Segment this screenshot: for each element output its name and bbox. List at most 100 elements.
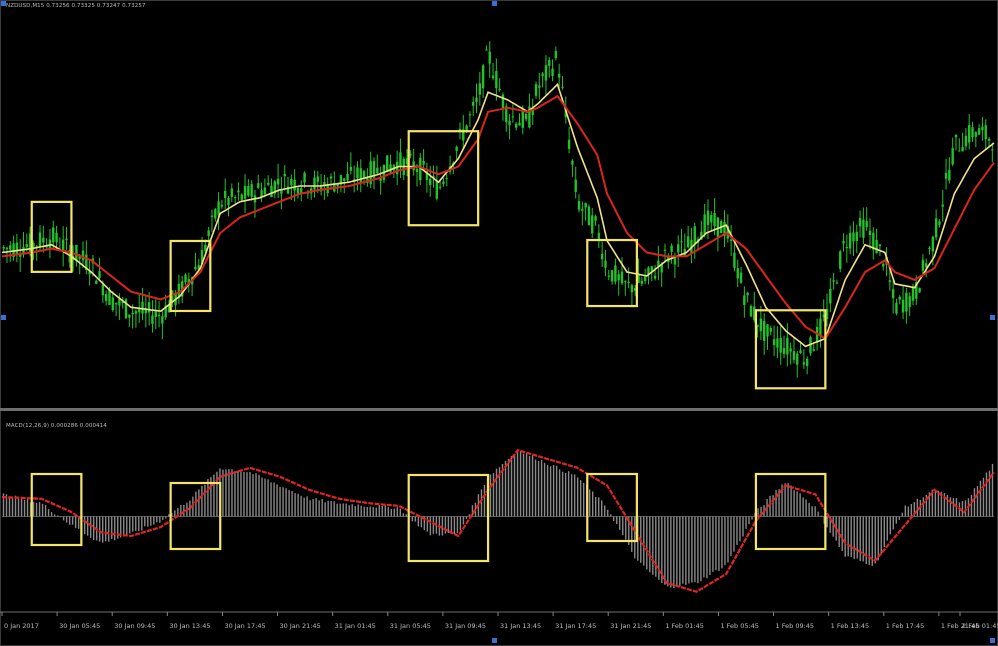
price-candle bbox=[296, 188, 300, 194]
price-candle bbox=[343, 178, 346, 181]
price-candle bbox=[739, 272, 743, 283]
price-candle bbox=[376, 167, 379, 174]
chart-window: 0 Jan 2017 30 Jan 05:45 30 Jan 09:45 30 Jan… bbox=[0, 0, 998, 646]
price-candle bbox=[108, 289, 111, 306]
price-candle bbox=[858, 218, 862, 227]
price-candle bbox=[283, 173, 286, 177]
price-candle bbox=[362, 171, 366, 178]
price-candle bbox=[415, 168, 419, 173]
price-candle bbox=[475, 97, 478, 102]
price-candle bbox=[161, 316, 164, 324]
price-candle bbox=[617, 274, 620, 281]
price-candle bbox=[541, 73, 544, 76]
price-candle bbox=[61, 239, 65, 252]
time-tick-label: 30 Jan 13:45 bbox=[169, 622, 210, 630]
price-candle bbox=[624, 281, 627, 283]
price-candle bbox=[141, 301, 144, 314]
price-candle bbox=[356, 167, 359, 179]
price-candle bbox=[472, 102, 475, 106]
price-candle bbox=[620, 271, 624, 284]
price-candle bbox=[865, 221, 868, 227]
price-candle bbox=[154, 310, 157, 317]
price-candle bbox=[81, 250, 85, 261]
price-candle bbox=[243, 185, 247, 199]
price-candle bbox=[359, 168, 362, 183]
resize-handle-2 bbox=[1, 315, 6, 320]
price-candle bbox=[435, 181, 439, 199]
time-tick-label: 1 Feb 13:45 bbox=[831, 622, 870, 630]
price-candle bbox=[478, 83, 482, 95]
time-tick-label: 0 Jan 2017 bbox=[4, 622, 39, 630]
price-candle bbox=[729, 239, 733, 242]
price-candle bbox=[65, 238, 68, 241]
macd-panel-title: MACD(12,26,9) 0.000286 0.000414 bbox=[6, 423, 107, 429]
price-candle bbox=[779, 338, 782, 353]
price-highlight-box bbox=[30, 200, 73, 273]
price-candle bbox=[270, 185, 273, 198]
price-candle bbox=[303, 172, 306, 183]
price-candle bbox=[438, 186, 442, 188]
price-candle bbox=[835, 282, 839, 284]
time-tick-label: 1 Feb 09:45 bbox=[776, 622, 815, 630]
price-candle bbox=[614, 265, 617, 282]
time-tick-label: 1 Feb 17:45 bbox=[886, 622, 925, 630]
price-candle bbox=[868, 230, 872, 235]
time-tick-label: 31 Jan 17:45 bbox=[555, 622, 596, 630]
price-candle bbox=[908, 296, 911, 308]
price-candle bbox=[991, 149, 994, 151]
price-candle bbox=[888, 280, 892, 283]
time-tick-label: 31 Jan 13:45 bbox=[500, 622, 541, 630]
price-candle bbox=[511, 116, 515, 118]
price-candle bbox=[508, 120, 511, 126]
price-candle bbox=[977, 128, 981, 135]
price-candle bbox=[98, 271, 101, 279]
price-candle bbox=[862, 219, 865, 238]
price-candle bbox=[210, 215, 214, 218]
price-candle bbox=[230, 188, 234, 197]
price-candle bbox=[968, 125, 971, 143]
price-candle bbox=[386, 155, 389, 172]
price-candle bbox=[607, 275, 610, 277]
price-candle bbox=[895, 302, 898, 314]
price-candle bbox=[951, 148, 954, 165]
time-tick-label: 31 Jan 05:45 bbox=[390, 622, 431, 630]
resize-handle-4 bbox=[492, 638, 497, 643]
price-candle bbox=[961, 146, 964, 152]
price-candle bbox=[931, 236, 935, 252]
price-candle bbox=[839, 251, 842, 270]
price-candle bbox=[663, 249, 667, 251]
price-candle bbox=[495, 71, 498, 89]
price-candle bbox=[832, 280, 835, 282]
price-candle bbox=[9, 245, 12, 250]
price-candle bbox=[974, 132, 978, 137]
price-candle bbox=[501, 94, 505, 108]
price-candle bbox=[710, 215, 713, 223]
price-candle bbox=[898, 296, 901, 300]
price-candle bbox=[643, 276, 647, 282]
price-candle bbox=[293, 179, 296, 191]
price-candle bbox=[194, 266, 197, 270]
price-candle bbox=[227, 198, 230, 206]
price-candle bbox=[938, 221, 941, 225]
price-candle bbox=[316, 176, 319, 182]
price-candle bbox=[131, 312, 134, 315]
price-candle bbox=[2, 246, 5, 249]
price-candle bbox=[882, 263, 885, 267]
price-candle bbox=[554, 51, 558, 58]
price-candle bbox=[891, 289, 895, 299]
price-candle bbox=[627, 281, 630, 283]
time-tick-label: 30 Jan 05:45 bbox=[59, 622, 100, 630]
price-candle bbox=[468, 114, 472, 116]
price-candle bbox=[220, 204, 224, 207]
price-candle bbox=[257, 183, 260, 188]
panel-separator bbox=[0, 408, 998, 411]
price-candle bbox=[114, 302, 118, 305]
price-candle bbox=[921, 259, 925, 271]
price-candle bbox=[567, 139, 571, 149]
price-candle bbox=[782, 348, 786, 354]
price-candle bbox=[524, 114, 528, 120]
price-candle bbox=[300, 188, 303, 193]
price-candle bbox=[240, 194, 243, 200]
price-candle bbox=[237, 190, 240, 193]
price-candle bbox=[981, 126, 984, 131]
